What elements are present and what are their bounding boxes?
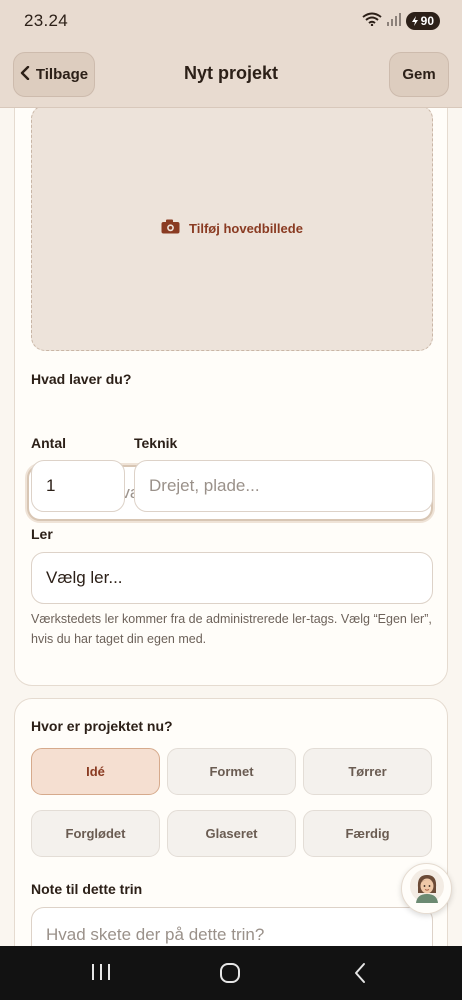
note-input[interactable]: Hvad skete der på dette trin? [31, 907, 433, 946]
battery-icon: 90 [405, 12, 440, 30]
count-input[interactable]: 1 [31, 460, 125, 512]
camera-icon [161, 219, 180, 237]
assistant-avatar-button[interactable] [401, 863, 452, 914]
clay-select[interactable]: Vælg ler... [31, 552, 433, 604]
stage-option-faerdig[interactable]: Færdig [303, 810, 432, 857]
status-icons: 90 [362, 12, 440, 31]
count-label: Antal [31, 435, 66, 451]
stage-option-glaseret[interactable]: Glaseret [167, 810, 296, 857]
wifi-icon [362, 12, 382, 31]
stage-option-formet[interactable]: Formet [167, 748, 296, 795]
technique-label: Teknik [134, 435, 178, 451]
note-label: Note til dette trin [31, 881, 143, 897]
clay-label: Ler [31, 526, 53, 542]
stage-option-forglodet[interactable]: Forglødet [31, 810, 160, 857]
status-bar: 23.24 90 [0, 0, 462, 42]
clay-hint: Værkstedets ler kommer fra de administre… [31, 612, 432, 646]
battery-level: 90 [420, 14, 434, 28]
stage-option-torrer[interactable]: Tørrer [303, 748, 432, 795]
what-label: Hvad laver du? [31, 371, 132, 387]
project-stage-card: Hvor er projektet nu? Idé Formet Tørrer … [14, 698, 448, 946]
avatar-icon [409, 869, 444, 908]
nav-recents-icon[interactable] [90, 962, 114, 984]
nav-home-icon[interactable] [219, 962, 243, 984]
app-header: Tilbage Nyt projekt Gem [0, 42, 462, 108]
add-main-photo-button[interactable]: Tilføj hovedbillede [31, 108, 433, 351]
technique-input[interactable]: Drejet, plade... [134, 460, 433, 512]
status-time: 23.24 [24, 11, 69, 30]
add-main-photo-label: Tilføj hovedbillede [189, 220, 303, 236]
save-button[interactable]: Gem [389, 52, 449, 97]
nav-back-icon[interactable] [352, 962, 376, 984]
form-scroll-area[interactable]: Tilføj hovedbillede Hvad laver du? F.eks… [0, 108, 462, 946]
signal-icon [386, 12, 402, 31]
stage-option-ide[interactable]: Idé [31, 748, 160, 795]
project-details-card: Tilføj hovedbillede Hvad laver du? F.eks… [14, 108, 448, 686]
stage-title: Hvor er projektet nu? [31, 718, 173, 734]
system-nav-bar [0, 946, 462, 1000]
